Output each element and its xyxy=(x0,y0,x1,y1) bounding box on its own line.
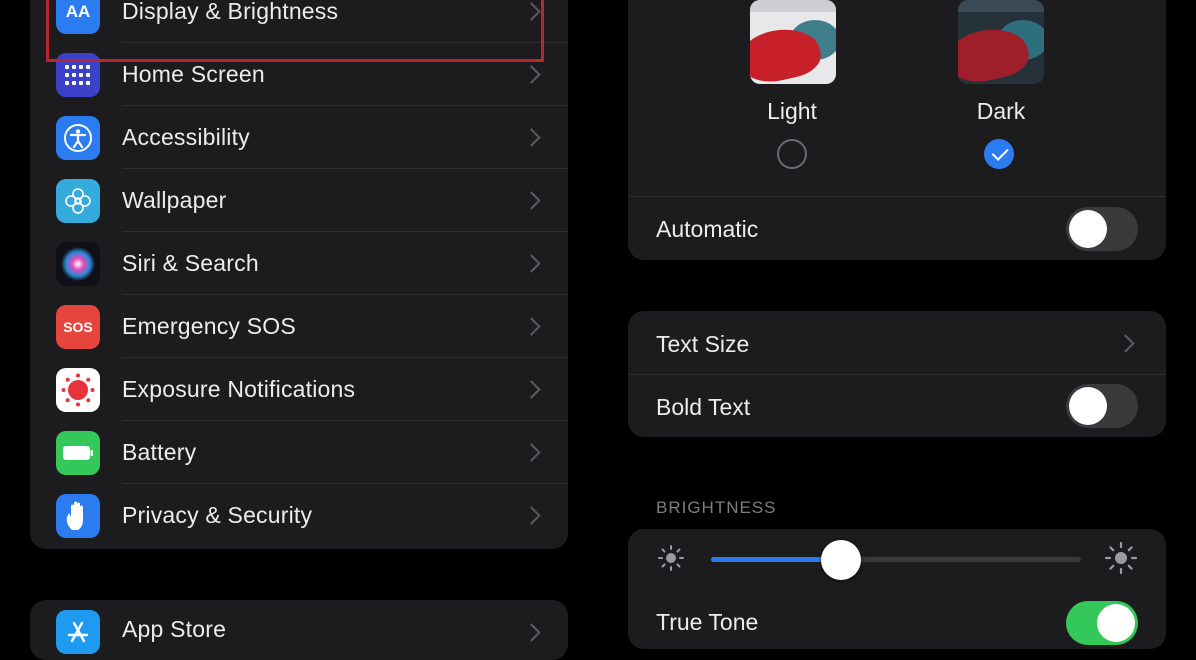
chevron-right-icon xyxy=(1116,334,1135,353)
row-privacy-security[interactable]: Privacy & Security xyxy=(30,484,568,547)
row-label: Display & Brightness xyxy=(122,0,339,24)
bold-text-label: Bold Text xyxy=(656,394,751,420)
row-siri-search[interactable]: Siri & Search xyxy=(30,232,568,295)
row-label: Wallpaper xyxy=(122,187,227,213)
row-label: Home Screen xyxy=(122,61,265,87)
chevron-right-icon xyxy=(522,2,541,21)
automatic-toggle[interactable] xyxy=(1066,207,1138,251)
true-tone-label: True Tone xyxy=(656,609,759,635)
text-settings-panel: Text Size Bold Text xyxy=(628,311,1166,437)
chevron-right-icon xyxy=(522,128,541,147)
light-mode-preview[interactable] xyxy=(750,0,836,84)
exposure-icon xyxy=(56,367,100,412)
row-label: Accessibility xyxy=(122,124,250,150)
row-emergency-sos[interactable]: SOS Emergency SOS xyxy=(30,295,568,358)
chevron-right-icon xyxy=(522,623,541,642)
chevron-right-icon xyxy=(522,317,541,336)
display-aa-icon: AA xyxy=(56,0,100,34)
settings-list-secondary: App Store xyxy=(30,600,568,660)
row-home-screen[interactable]: Home Screen xyxy=(30,43,568,106)
row-accessibility[interactable]: Accessibility xyxy=(30,106,568,169)
settings-list: AA Display & Brightness Home Screen Acce… xyxy=(30,0,568,549)
chevron-right-icon xyxy=(522,380,541,399)
brightness-slider[interactable] xyxy=(711,540,1081,580)
light-label: Light xyxy=(767,98,817,124)
bold-text-toggle[interactable] xyxy=(1066,384,1138,428)
chevron-right-icon xyxy=(522,65,541,84)
checkmark-icon xyxy=(991,143,1009,161)
brightness-panel: True Tone xyxy=(628,529,1166,649)
row-label: Exposure Notifications xyxy=(122,376,356,402)
true-tone-toggle[interactable] xyxy=(1066,601,1138,645)
sos-icon: SOS xyxy=(56,304,100,349)
row-wallpaper[interactable]: Wallpaper xyxy=(30,169,568,232)
row-label: Battery xyxy=(122,439,197,465)
brightness-slider-thumb[interactable] xyxy=(820,540,861,580)
dark-mode-preview[interactable] xyxy=(958,0,1044,84)
brightness-header: BRIGHTNESS xyxy=(656,498,777,517)
chevron-right-icon xyxy=(522,443,541,462)
row-battery[interactable]: Battery xyxy=(30,421,568,484)
dark-label: Dark xyxy=(976,98,1026,124)
sun-large-icon xyxy=(1104,541,1138,580)
text-size-label[interactable]: Text Size xyxy=(656,331,749,358)
automatic-label: Automatic xyxy=(656,216,759,242)
chevron-right-icon xyxy=(522,191,541,210)
light-radio[interactable] xyxy=(777,139,807,169)
appearance-panel: Light Dark Automatic xyxy=(628,0,1166,260)
row-label: App Store xyxy=(122,616,227,642)
chevron-right-icon xyxy=(522,506,541,525)
dark-radio-selected[interactable] xyxy=(984,139,1014,169)
row-app-store[interactable]: App Store xyxy=(30,600,568,660)
chevron-right-icon xyxy=(522,254,541,273)
row-exposure-notifications[interactable]: Exposure Notifications xyxy=(30,358,568,421)
accessibility-icon xyxy=(56,115,100,160)
hand-icon xyxy=(56,493,100,538)
flower-icon xyxy=(56,178,100,223)
battery-icon xyxy=(56,430,100,475)
row-label: Emergency SOS xyxy=(122,313,296,339)
home-grid-icon xyxy=(56,52,100,97)
app-store-icon xyxy=(56,610,100,654)
row-label: Privacy & Security xyxy=(122,502,313,528)
row-label: Siri & Search xyxy=(122,250,259,276)
sun-small-icon xyxy=(656,543,686,578)
row-display-brightness[interactable]: AA Display & Brightness xyxy=(30,0,568,43)
siri-icon xyxy=(56,241,100,286)
